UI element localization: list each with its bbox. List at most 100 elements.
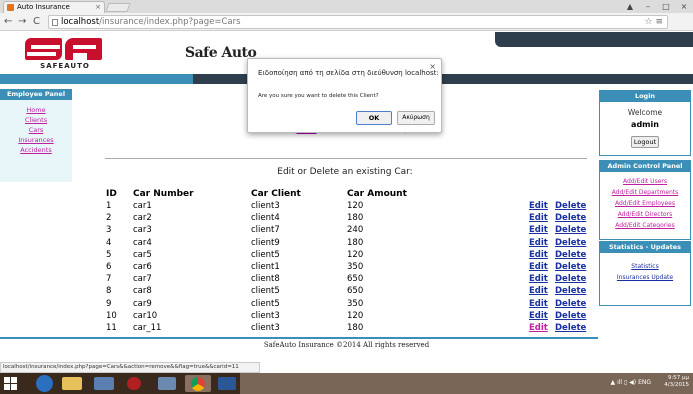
clock[interactable]: 9:57 μμ 4/3/2015 bbox=[664, 375, 689, 389]
delete-link[interactable]: Delete bbox=[555, 224, 591, 236]
edit-link[interactable]: Edit bbox=[529, 298, 555, 310]
welcome-text: Welcome bbox=[627, 108, 663, 117]
url-host: localhost bbox=[61, 17, 100, 27]
cell-id: 11 bbox=[106, 322, 117, 333]
cell-car-number: car10 bbox=[133, 310, 158, 321]
admin-link-users[interactable]: Add/Edit Users bbox=[600, 176, 690, 187]
delete-link[interactable]: Delete bbox=[555, 200, 591, 212]
nav-link-accidents[interactable]: Accidents bbox=[0, 145, 72, 155]
delete-link[interactable]: Delete bbox=[555, 249, 591, 261]
table-row: 1 car1 client3 120 Edit Delete bbox=[106, 200, 591, 212]
edit-link[interactable]: Edit bbox=[529, 310, 555, 322]
cell-car-number: car_11 bbox=[133, 322, 162, 333]
new-tab-button[interactable] bbox=[105, 3, 131, 12]
cell-car-amount: 180 bbox=[347, 237, 364, 248]
dialog-close-icon[interactable]: × bbox=[429, 62, 436, 71]
statistics-panel-title: Statistics - Updates bbox=[600, 242, 690, 253]
admin-link-directors[interactable]: Add/Edit Directors bbox=[600, 209, 690, 220]
start-button[interactable] bbox=[4, 377, 18, 390]
delete-link[interactable]: Delete bbox=[555, 322, 591, 334]
nav-link-clients[interactable]: Clients bbox=[0, 115, 72, 125]
photo-viewer-icon[interactable] bbox=[158, 377, 176, 390]
cell-car-client: client1 bbox=[251, 262, 280, 273]
edit-link[interactable]: Edit bbox=[529, 237, 555, 249]
table-row: 11 car_11 client3 180 Edit Delete bbox=[106, 322, 591, 334]
cell-car-client: client4 bbox=[251, 213, 280, 224]
cell-id: 9 bbox=[106, 298, 112, 309]
chrome-icon bbox=[191, 377, 205, 391]
employee-panel: Employee Panel Home Clients Cars Insuran… bbox=[0, 89, 72, 182]
remote-desktop-icon[interactable] bbox=[94, 377, 114, 390]
delete-link[interactable]: Delete bbox=[555, 285, 591, 297]
nav-link-cars[interactable]: Cars bbox=[0, 125, 72, 135]
cell-car-amount: 650 bbox=[347, 274, 364, 285]
divider bbox=[105, 158, 587, 159]
cell-car-number: car8 bbox=[133, 286, 152, 297]
address-bar[interactable]: localhost/insurance/index.php?page=Cars … bbox=[48, 15, 668, 29]
delete-link[interactable]: Delete bbox=[555, 310, 591, 322]
edit-link[interactable]: Edit bbox=[529, 261, 555, 273]
delete-link[interactable]: Delete bbox=[555, 273, 591, 285]
forward-arrow-icon[interactable]: → bbox=[18, 15, 26, 28]
browser-toolbar: ← → C localhost/insurance/index.php?page… bbox=[0, 13, 693, 31]
minimize-button[interactable]: – bbox=[641, 2, 655, 11]
delete-link[interactable]: Delete bbox=[555, 298, 591, 310]
edit-link[interactable]: Edit bbox=[529, 212, 555, 224]
insurances-update-link[interactable]: Insurances Update bbox=[600, 272, 690, 283]
cell-car-client: client3 bbox=[251, 322, 280, 333]
column-header-car-amount: Car Amount bbox=[347, 189, 407, 199]
admin-link-categories[interactable]: Add/Edit Categories bbox=[600, 220, 690, 231]
cars-table: ID Car Number Car Client Car Amount 1 car… bbox=[106, 188, 591, 334]
edit-link[interactable]: Edit bbox=[529, 200, 555, 212]
system-tray-icons[interactable]: ▲ ıll ▯ ◀) ENG bbox=[611, 379, 651, 386]
chrome-taskbar-button[interactable] bbox=[185, 375, 211, 392]
admin-link-departments[interactable]: Add/Edit Departments bbox=[600, 187, 690, 198]
cell-id: 8 bbox=[106, 286, 112, 297]
edit-link[interactable]: Edit bbox=[529, 273, 555, 285]
cancel-button[interactable]: Ακύρωση bbox=[397, 111, 435, 125]
delete-link[interactable]: Delete bbox=[555, 261, 591, 273]
cell-id: 7 bbox=[106, 274, 112, 285]
word-icon[interactable] bbox=[218, 377, 236, 390]
dialog-title: Ειδοποίηση από τη σελίδα στη διεύθυνση l… bbox=[258, 69, 439, 77]
media-player-icon[interactable] bbox=[127, 377, 141, 390]
delete-link[interactable]: Delete bbox=[555, 237, 591, 249]
user-icon[interactable]: ▲ bbox=[623, 2, 637, 11]
cell-car-amount: 120 bbox=[347, 201, 364, 212]
nav-link-insurances[interactable]: Insurances bbox=[0, 135, 72, 145]
cell-car-amount: 180 bbox=[347, 213, 364, 224]
tab-close-icon[interactable]: × bbox=[95, 2, 101, 13]
safeauto-logo: SAFEAUTO bbox=[25, 38, 105, 72]
delete-link[interactable]: Delete bbox=[555, 212, 591, 224]
cell-car-amount: 120 bbox=[347, 249, 364, 260]
cell-id: 5 bbox=[106, 249, 112, 260]
browser-tab[interactable]: Auto Insurance × bbox=[3, 1, 105, 13]
admin-link-employees[interactable]: Add/Edit Employees bbox=[600, 198, 690, 209]
cell-car-amount: 350 bbox=[347, 298, 364, 309]
statistics-link[interactable]: Statistics bbox=[600, 261, 690, 272]
site-title: Safe Auto bbox=[185, 45, 257, 61]
cell-car-number: car1 bbox=[133, 201, 152, 212]
cell-id: 10 bbox=[106, 310, 117, 321]
logo-text: SAFEAUTO bbox=[40, 62, 90, 70]
table-row: 3 car3 client7 240 Edit Delete bbox=[106, 224, 591, 236]
logout-button[interactable]: Logout bbox=[631, 136, 659, 148]
header-dark-tab bbox=[495, 32, 693, 47]
edit-link[interactable]: Edit bbox=[529, 249, 555, 261]
edit-link[interactable]: Edit bbox=[529, 224, 555, 236]
ok-button[interactable]: OK bbox=[356, 111, 392, 125]
language-indicator[interactable]: ENG bbox=[638, 379, 651, 386]
file-explorer-icon[interactable] bbox=[62, 377, 82, 390]
back-arrow-icon[interactable]: ← bbox=[4, 15, 12, 28]
edit-link[interactable]: Edit bbox=[529, 322, 555, 334]
maximize-button[interactable]: □ bbox=[659, 2, 673, 11]
internet-explorer-icon[interactable] bbox=[36, 375, 53, 392]
table-row: 9 car9 client5 350 Edit Delete bbox=[106, 298, 591, 310]
reload-icon[interactable]: C bbox=[33, 15, 40, 28]
close-window-button[interactable]: × bbox=[677, 2, 691, 11]
cell-car-number: car9 bbox=[133, 298, 152, 309]
nav-link-home[interactable]: Home bbox=[0, 105, 72, 115]
cell-id: 4 bbox=[106, 237, 112, 248]
edit-link[interactable]: Edit bbox=[529, 285, 555, 297]
bookmark-star-icon[interactable]: ☆ ≡ bbox=[645, 16, 663, 28]
